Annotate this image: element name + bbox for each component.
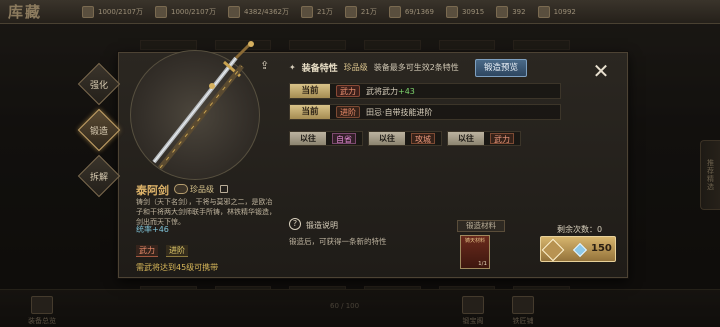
trait-text: 武将武力+43	[366, 86, 415, 96]
grain-icon	[155, 5, 167, 18]
feature-note: 装备最多可生效2条特性	[373, 63, 459, 72]
anvil-icon	[541, 238, 565, 262]
resource-7[interactable]: 30915	[445, 5, 484, 18]
feature-title: 装备特性	[301, 64, 338, 74]
material-label: 锻造材料	[457, 220, 505, 232]
past-badge: 自省	[332, 133, 356, 144]
tab-forge[interactable]: 锻造	[77, 108, 121, 152]
resource-8[interactable]: 392	[496, 5, 526, 18]
copper-icon	[82, 5, 94, 18]
current-trait-row: 当前 武力 武将武力+43	[289, 83, 561, 99]
forge-help-description: 锻造后，可获得一条新的特性	[289, 237, 387, 246]
material-item[interactable]: 铸天材料 1/1	[460, 235, 490, 269]
weapon-tags: 武力 进阶	[136, 245, 188, 257]
forge-preview-button[interactable]: 锻造预览	[475, 59, 527, 77]
past-badge: 攻城	[411, 133, 435, 144]
tag-advance: 进阶	[166, 245, 188, 257]
tab-dismantle[interactable]: 拆解	[77, 154, 121, 198]
current-label: 当前	[290, 105, 330, 119]
feature-quality: 珍品级	[343, 63, 368, 72]
past-trait[interactable]: 以往 武力	[447, 131, 521, 146]
quality-icon	[174, 184, 188, 194]
trait-text: 田忌·自带技能进阶	[366, 107, 433, 117]
resource-9[interactable]: 10992	[537, 5, 576, 18]
weapon-display	[128, 40, 270, 180]
material-count: 1/1	[478, 261, 487, 267]
bullet-icon: ✦	[289, 63, 296, 72]
tag-force: 武力	[136, 245, 158, 257]
weapon-name: 泰阿剑	[136, 184, 169, 197]
coin-icon	[537, 5, 550, 18]
past-badge: 武力	[490, 133, 514, 144]
resource-4[interactable]: 21万	[301, 5, 333, 18]
stone-icon	[301, 5, 313, 18]
past-traits: 以往 自省 以往 攻城 以往 武力	[289, 131, 521, 146]
sword-icon	[152, 41, 254, 170]
resource-1[interactable]: 1000/2107万	[82, 5, 143, 18]
weapon-quality: 珍品级	[190, 185, 214, 194]
resource-3[interactable]: 4382/4362万	[228, 5, 289, 18]
resource-5[interactable]: 21万	[344, 5, 377, 18]
past-trait[interactable]: 以往 攻城	[368, 131, 442, 146]
lock-icon[interactable]	[220, 185, 228, 193]
material-name: 铸天材料	[464, 238, 485, 244]
tab-strengthen[interactable]: 强化	[77, 62, 121, 106]
carry-requirement: 需武将达到45级可携带	[136, 263, 219, 272]
trait-badge: 进阶	[336, 106, 360, 118]
forge-help-title[interactable]: 锻造说明	[306, 220, 338, 231]
resource-2[interactable]: 1000/2107万	[155, 5, 216, 18]
remaining-count: 剩余次数：0	[557, 225, 603, 234]
current-label: 当前	[290, 84, 330, 98]
jade-icon	[445, 5, 458, 18]
forge-button[interactable]: 150	[540, 236, 616, 262]
gold-icon	[496, 5, 509, 18]
forge-cost: 150	[591, 243, 612, 254]
close-icon[interactable]: ✕	[592, 61, 610, 81]
feature-header: ✦ 装备特性 珍品级 装备最多可生效2条特性	[289, 61, 459, 74]
share-icon[interactable]: ⇪	[260, 60, 274, 72]
resource-6[interactable]: 69/1369	[388, 5, 434, 18]
gem-icon	[572, 242, 588, 258]
top-bar: 库藏 1000/2107万 1000/2107万 4382/4362万 21万 …	[0, 0, 720, 24]
trait-badge: 武力	[336, 85, 360, 97]
past-trait[interactable]: 以往 自省	[289, 131, 363, 146]
troops-icon	[388, 5, 401, 18]
screen-title: 库藏	[8, 3, 43, 21]
wood-icon	[228, 5, 240, 18]
weapon-stat: 统率+46	[136, 225, 169, 234]
current-trait-row: 当前 进阶 田忌·自带技能进阶	[289, 104, 561, 120]
help-icon[interactable]: ?	[289, 218, 301, 230]
iron-icon	[344, 5, 357, 18]
